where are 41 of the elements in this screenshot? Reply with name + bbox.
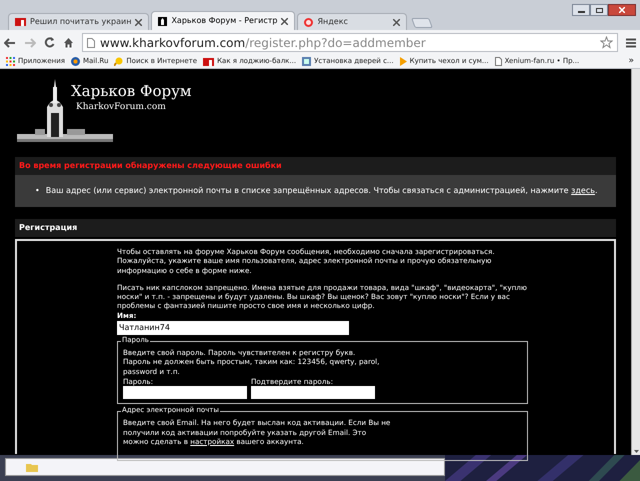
browser-tab[interactable]: Харьков Форум - Регистр	[151, 11, 296, 30]
password-field[interactable]	[251, 386, 375, 400]
logo-icon	[203, 58, 214, 66]
page-icon	[87, 38, 95, 48]
back-icon[interactable]	[4, 38, 16, 48]
circle-icon	[304, 18, 314, 26]
star-icon[interactable]	[600, 36, 613, 49]
contact-link[interactable]: здесь	[571, 186, 595, 195]
name-field[interactable]: Чатланин74	[117, 321, 349, 336]
close-icon	[619, 6, 625, 13]
home-icon[interactable]	[63, 37, 74, 48]
site-subtitle: KharkovForum.com	[76, 101, 167, 113]
close-icon[interactable]	[393, 18, 400, 26]
site-title: Харьков Форум	[71, 82, 192, 101]
minimize-button[interactable]	[572, 4, 590, 16]
browser-tab[interactable]: Решил почитать украин	[8, 13, 150, 30]
more-bookmarks-button[interactable]: »	[628, 54, 634, 68]
play-icon	[400, 57, 407, 66]
list-bullet: •	[35, 185, 40, 197]
logo-icon	[15, 18, 26, 26]
tower-icon	[158, 16, 168, 26]
folder-icon	[26, 462, 38, 472]
square-icon	[302, 57, 312, 66]
close-icon[interactable]	[281, 18, 288, 24]
section-header: Регистрация	[15, 219, 616, 237]
close-icon[interactable]	[135, 18, 142, 26]
page-icon	[494, 57, 502, 66]
address-bar[interactable]: www.kharkovforum.com/register.php?do=addmember	[82, 33, 618, 52]
grid-icon	[6, 57, 15, 66]
taskbar-field[interactable]	[5, 458, 445, 476]
reload-icon[interactable]	[44, 37, 55, 48]
maximize-button[interactable]	[590, 4, 608, 16]
browser-tab[interactable]: Яндекс	[297, 13, 408, 30]
close-button[interactable]	[608, 4, 636, 16]
password-field[interactable]	[123, 386, 247, 400]
error-title: Во время регистрации обнаружены следующие ошибки	[15, 157, 616, 175]
menu-icon[interactable]	[626, 38, 636, 48]
scroll-down-icon[interactable]	[634, 450, 638, 453]
url-text: www.kharkovforum.com/register.php?do=addmember	[100, 34, 426, 52]
error-message: Ваш адрес (или сервис) электронной почты в списке запрещённых адресов. Чтобы связаться с администрацией, нажмите здесь.	[46, 185, 598, 197]
search-icon	[114, 57, 124, 66]
